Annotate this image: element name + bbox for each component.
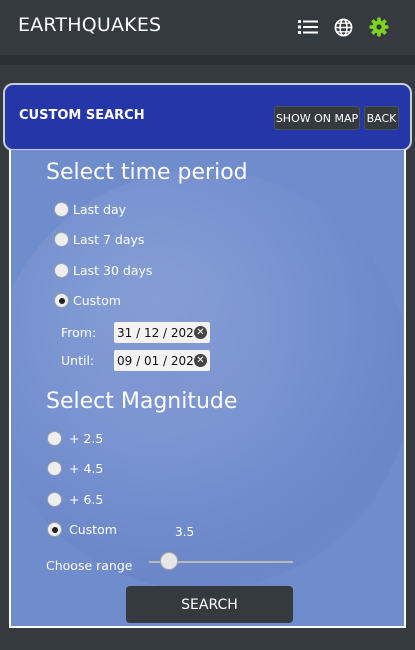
radio-button[interactable]: [47, 492, 62, 507]
magnitude-option-custom[interactable]: Custom: [47, 522, 117, 537]
time-period-title: Select time period: [46, 160, 248, 185]
radio-button[interactable]: [54, 232, 69, 247]
radio-label: Last 30 days: [73, 263, 153, 278]
until-date-value: 09 / 01 / 2021: [117, 353, 202, 368]
radio-label: Custom: [69, 522, 117, 537]
magnitude-option-6-5[interactable]: + 6.5: [47, 492, 103, 507]
radio-button[interactable]: [54, 263, 69, 278]
radio-button[interactable]: [47, 431, 62, 446]
gear-icon[interactable]: [368, 16, 390, 38]
list-icon[interactable]: [297, 16, 319, 38]
app-bar: EARTHQUAKES: [0, 0, 415, 55]
search-button[interactable]: SEARCH: [126, 586, 293, 623]
until-label: Until:: [61, 353, 95, 368]
from-label: From:: [61, 325, 97, 340]
radio-button-selected[interactable]: [47, 522, 62, 537]
magnitude-option-4-5[interactable]: + 4.5: [47, 461, 103, 476]
custom-search-title: CUSTOM SEARCH: [19, 108, 145, 123]
radio-button[interactable]: [54, 202, 69, 217]
clear-icon[interactable]: ✕: [194, 354, 207, 367]
show-on-map-button[interactable]: SHOW ON MAP: [274, 106, 360, 130]
time-option-last-day[interactable]: Last day: [54, 202, 126, 217]
radio-label: Custom: [73, 293, 121, 308]
app-title: EARTHQUAKES: [18, 14, 162, 36]
radio-label: + 4.5: [69, 461, 104, 476]
radio-label: Last 7 days: [73, 232, 145, 247]
radio-button[interactable]: [47, 461, 62, 476]
globe-icon[interactable]: [332, 16, 354, 38]
time-option-custom[interactable]: Custom: [54, 293, 121, 308]
clear-icon[interactable]: ✕: [194, 326, 207, 339]
magnitude-title: Select Magnitude: [46, 389, 238, 414]
magnitude-custom-value: 3.5: [175, 525, 195, 539]
magnitude-option-2-5[interactable]: + 2.5: [47, 431, 103, 446]
choose-range-label: Choose range: [46, 558, 133, 573]
back-button[interactable]: BACK: [364, 106, 399, 130]
radio-label: Last day: [73, 202, 127, 217]
radio-button-selected[interactable]: [54, 293, 69, 308]
radio-label: + 2.5: [69, 431, 104, 446]
radio-label: + 6.5: [69, 492, 104, 507]
from-date-value: 31 / 12 / 2020: [117, 325, 202, 340]
search-form-panel: Select time period Last day Last 7 days …: [9, 150, 406, 628]
from-date-input[interactable]: 31 / 12 / 2020 ✕: [114, 322, 210, 343]
bottom-bar: [0, 628, 415, 650]
custom-search-header: CUSTOM SEARCH SHOW ON MAP BACK: [3, 83, 412, 151]
until-date-input[interactable]: 09 / 01 / 2021 ✕: [114, 350, 210, 371]
time-option-last-7-days[interactable]: Last 7 days: [54, 232, 144, 247]
app-bar-divider: [0, 55, 415, 65]
time-option-last-30-days[interactable]: Last 30 days: [54, 263, 152, 278]
